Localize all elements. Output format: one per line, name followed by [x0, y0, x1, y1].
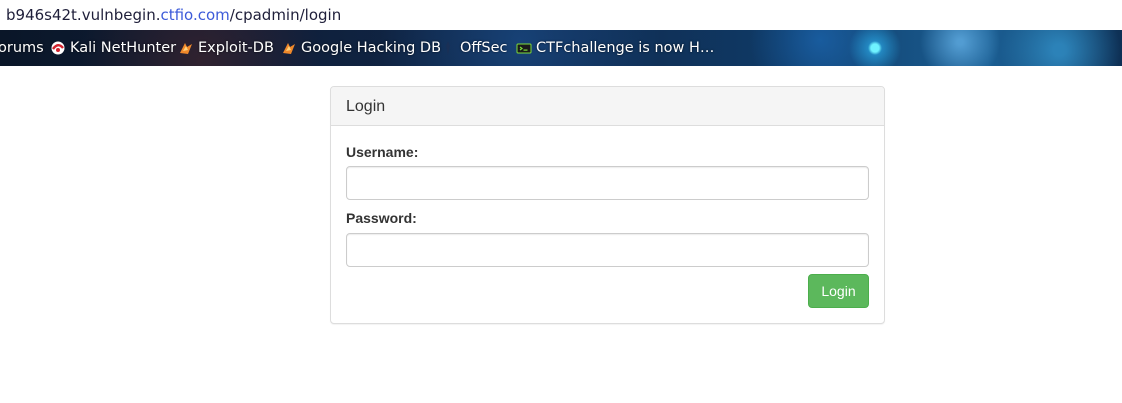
- panel-title: Login: [331, 87, 884, 126]
- bookmark-label: Google Hacking DB: [301, 40, 442, 56]
- password-label: Password:: [346, 210, 417, 226]
- username-label: Username:: [346, 144, 419, 160]
- bookmarks-toolbar: orums Kali NetHunter Exploit-DB Google H…: [0, 30, 1122, 66]
- bookmark-label: Exploit-DB: [198, 40, 274, 56]
- bookmark-label: orums: [0, 40, 44, 56]
- bookmark-label: OffSec: [460, 40, 508, 56]
- offsec-icon: [440, 40, 456, 56]
- ghdb-icon: [281, 40, 297, 56]
- bookmark-label: CTFchallenge is now H…: [536, 40, 715, 56]
- bookmark-kali-nethunter[interactable]: Kali NetHunter: [50, 30, 176, 66]
- url-path: /cpadmin/login: [229, 6, 342, 24]
- url-domain: ctfio.com: [160, 6, 230, 24]
- exploit-db-icon: [178, 40, 194, 56]
- username-input[interactable]: [346, 166, 869, 200]
- login-form: Username: Password: Login: [331, 126, 884, 308]
- nethunter-icon: [50, 40, 66, 56]
- login-button[interactable]: Login: [808, 274, 869, 308]
- ctfchallenge-icon: [516, 40, 532, 56]
- login-panel: Login Username: Password: Login: [330, 86, 885, 324]
- bookmark-google-hacking-db[interactable]: Google Hacking DB: [281, 30, 441, 66]
- address-bar[interactable]: b946s42t.vulnbegin. ctfio.com/cpadmin/log…: [0, 0, 1122, 30]
- password-input[interactable]: [346, 233, 869, 267]
- url-host: b946s42t.vulnbegin.: [6, 6, 161, 24]
- bookmark-ctfchallenge[interactable]: CTFchallenge is now H…: [516, 30, 714, 66]
- bookmark-offsec[interactable]: OffSec: [440, 30, 508, 66]
- bookmark-exploit-db[interactable]: Exploit-DB: [178, 30, 274, 66]
- bookmark-forums[interactable]: orums: [0, 30, 44, 66]
- bookmark-label: Kali NetHunter: [70, 40, 177, 56]
